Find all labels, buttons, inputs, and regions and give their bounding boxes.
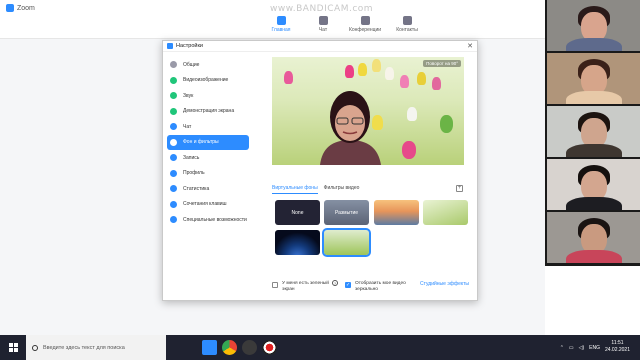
settings-sidebar: Общие Видеоизображение Звук Демонстрация… xyxy=(167,57,249,228)
home-icon xyxy=(276,16,286,25)
tulip-image xyxy=(345,65,354,78)
participant-tile[interactable] xyxy=(547,0,640,51)
start-button[interactable] xyxy=(0,335,26,360)
rotate-button[interactable]: Поворот на 90° xyxy=(423,60,461,67)
network-icon[interactable]: ▭ xyxy=(569,345,574,351)
record-icon xyxy=(170,154,177,162)
green-screen-checkbox[interactable]: У меня есть зеленый экран xyxy=(272,281,330,293)
sidebar-item-video[interactable]: Видеоизображение xyxy=(167,73,249,89)
participant-video-person xyxy=(320,91,381,165)
tulip-image xyxy=(432,77,441,90)
settings-titlebar: Настройки xyxy=(163,41,477,52)
sidebar-item-accessibility[interactable]: Специальные возможности xyxy=(167,212,249,228)
participant-tile[interactable] xyxy=(547,212,640,263)
tulip-image xyxy=(407,107,417,121)
checkbox-box[interactable]: ✓ xyxy=(345,282,351,288)
nav-home[interactable]: Главная xyxy=(265,16,297,33)
share-screen-icon xyxy=(170,107,177,115)
nav-meetings[interactable]: Конференции xyxy=(349,16,381,33)
zoom-logo-icon xyxy=(6,4,14,12)
background-blur[interactable]: Размытие xyxy=(324,200,369,225)
windows-icon xyxy=(8,343,18,352)
tulip-image xyxy=(358,63,367,76)
chat-icon xyxy=(170,123,177,131)
zoom-logo-icon xyxy=(167,43,173,49)
search-icon xyxy=(32,344,38,351)
tulip-image xyxy=(385,67,394,80)
checkbox-box[interactable] xyxy=(272,282,278,288)
participant-body xyxy=(566,250,622,263)
windows-taskbar: Введите здесь текст для поиска ⌃ ▭ ◁) EN… xyxy=(0,335,640,360)
background-grass[interactable] xyxy=(423,200,468,225)
background-tulips[interactable] xyxy=(322,228,371,257)
background-tabs: Виртуальные фоны Фильтры видео xyxy=(272,185,359,194)
system-tray: ⌃ ▭ ◁) ENG xyxy=(560,335,600,360)
contacts-icon xyxy=(402,16,412,25)
tab-video-filters[interactable]: Фильтры видео xyxy=(324,185,360,194)
tulip-image xyxy=(400,75,409,88)
window-title: Zoom xyxy=(17,4,35,12)
settings-title: Настройки xyxy=(176,43,203,49)
participant-tile[interactable] xyxy=(547,159,640,210)
background-golden-gate[interactable] xyxy=(374,200,419,225)
background-earth[interactable] xyxy=(275,230,320,255)
background-icon xyxy=(170,138,177,146)
sidebar-item-chat[interactable]: Чат xyxy=(167,119,249,135)
add-background-button[interactable]: + xyxy=(456,185,463,192)
nav-contacts[interactable]: Контакты xyxy=(391,16,423,33)
tab-virtual-backgrounds[interactable]: Виртуальные фоны xyxy=(272,185,318,194)
tulip-image xyxy=(417,72,426,85)
taskbar-clock[interactable]: 11:51 24.02.2021 xyxy=(605,340,630,354)
audio-icon xyxy=(170,92,177,100)
taskbar-search[interactable]: Введите здесь текст для поиска xyxy=(26,335,166,360)
sidebar-item-keyboard[interactable]: Сочетания клавиш xyxy=(167,197,249,213)
participant-body xyxy=(566,144,622,157)
pink-egg-image xyxy=(402,141,416,159)
participant-body xyxy=(566,197,622,210)
sidebar-item-profile[interactable]: Профиль xyxy=(167,166,249,182)
sidebar-item-share-screen[interactable]: Демонстрация экрана xyxy=(167,104,249,120)
accessibility-icon xyxy=(170,216,177,224)
participant-body xyxy=(566,38,622,51)
desktop: Zoom www.BANDICAM.com Главная Чат Конфер… xyxy=(0,0,640,360)
sidebar-item-general[interactable]: Общие xyxy=(167,57,249,73)
video-preview: Поворот на 90° xyxy=(272,57,464,165)
participant-tile[interactable] xyxy=(547,53,640,104)
chevron-up-icon[interactable]: ⌃ xyxy=(560,345,564,351)
statistics-icon xyxy=(170,185,177,193)
language-indicator[interactable]: ENG xyxy=(589,345,600,351)
studio-effects-link[interactable]: Студийные эффекты xyxy=(420,281,469,287)
video-icon xyxy=(170,76,177,84)
settings-dialog: Настройки ✕ Общие Видеоизображение Звук … xyxy=(162,40,478,301)
bandicam-watermark: www.BANDICAM.com xyxy=(270,4,374,14)
sidebar-item-record[interactable]: Запись xyxy=(167,150,249,166)
clock-icon xyxy=(360,16,370,25)
close-icon[interactable]: ✕ xyxy=(467,42,473,50)
zoom-top-nav: Главная Чат Конференции Контакты xyxy=(265,16,423,33)
nav-chat[interactable]: Чат xyxy=(307,16,339,33)
participant-body xyxy=(566,91,622,104)
background-none[interactable]: None xyxy=(275,200,320,225)
sidebar-item-audio[interactable]: Звук xyxy=(167,88,249,104)
green-egg-image xyxy=(440,115,453,133)
bandicam-taskbar-icon[interactable] xyxy=(262,340,277,355)
chrome-taskbar-icon[interactable] xyxy=(222,340,237,355)
participant-gallery xyxy=(545,0,640,266)
mirror-video-checkbox[interactable]: ✓ Отобразить мое видео зеркально xyxy=(345,281,415,293)
tulip-image xyxy=(284,71,293,84)
volume-icon[interactable]: ◁) xyxy=(579,345,585,351)
zoom-taskbar-icon[interactable] xyxy=(202,340,217,355)
app-taskbar-icon[interactable] xyxy=(242,340,257,355)
profile-icon xyxy=(170,169,177,177)
help-icon[interactable]: ? xyxy=(332,280,338,286)
chat-icon xyxy=(318,16,328,25)
sidebar-item-background[interactable]: Фон и фильтры xyxy=(167,134,249,150)
keyboard-icon xyxy=(170,200,177,208)
sidebar-item-statistics[interactable]: Статистика xyxy=(167,181,249,197)
tulip-image xyxy=(372,59,381,72)
participant-tile[interactable] xyxy=(547,106,640,157)
general-icon xyxy=(170,61,177,69)
